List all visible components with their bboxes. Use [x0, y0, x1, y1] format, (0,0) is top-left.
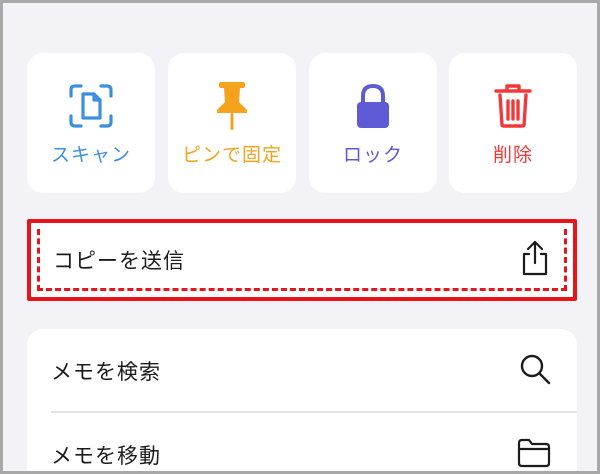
send-copy-row[interactable]: コピーを送信 [27, 219, 577, 301]
move-note-row[interactable]: メモを移動 [27, 413, 577, 471]
scan-label: スキャン [50, 144, 131, 166]
share-icon [519, 239, 551, 281]
menu-list: メモを検索 メモを移動 [27, 329, 577, 471]
search-notes-row[interactable]: メモを検索 [27, 329, 577, 413]
delete-button[interactable]: 削除 [449, 53, 577, 193]
scan-button[interactable]: スキャン [27, 53, 155, 193]
search-icon [519, 353, 551, 389]
lock-icon [348, 79, 398, 133]
share-sheet: スキャン ピンで固定 ロック 削除 コピーを送信 メモを検索 メモを移動 [0, 0, 600, 474]
folder-icon [517, 438, 551, 471]
send-copy-label: コピーを送信 [53, 249, 185, 273]
pin-label: ピンで固定 [181, 144, 282, 166]
trash-icon [488, 79, 538, 133]
quick-actions: スキャン ピンで固定 ロック 削除 [27, 53, 577, 193]
pin-icon [207, 79, 257, 133]
delete-label: 削除 [492, 144, 533, 166]
lock-label: ロック [342, 144, 403, 166]
lock-button[interactable]: ロック [309, 53, 437, 193]
move-note-label: メモを移動 [51, 444, 161, 468]
search-notes-label: メモを検索 [51, 360, 161, 384]
scan-document-icon [66, 79, 116, 133]
pin-button[interactable]: ピンで固定 [168, 53, 296, 193]
